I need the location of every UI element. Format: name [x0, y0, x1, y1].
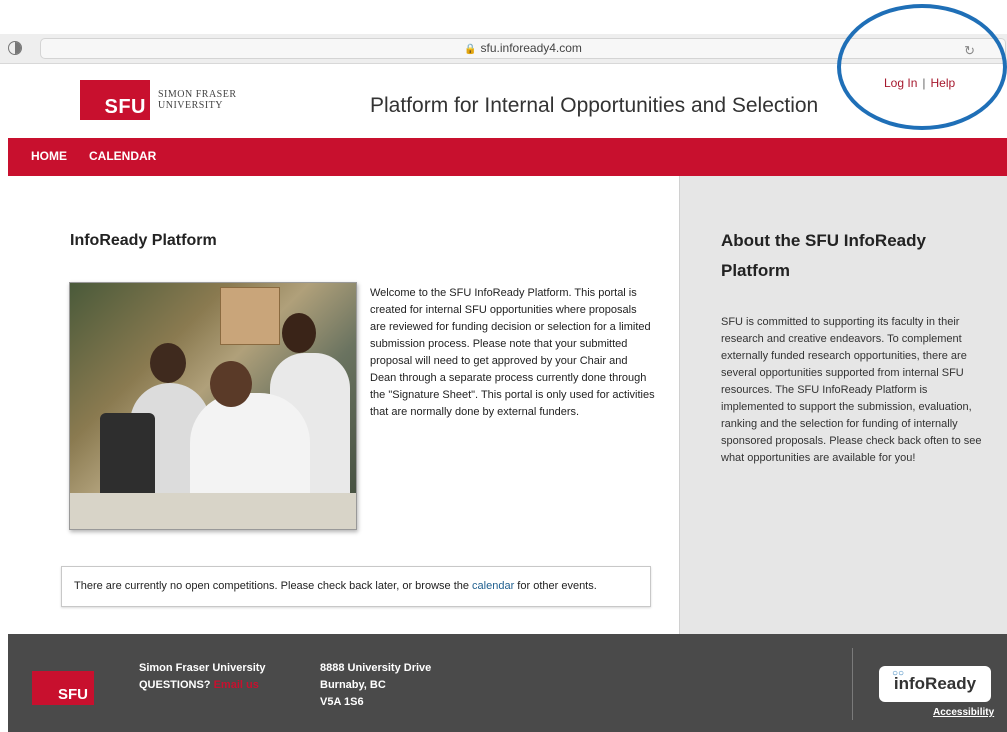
site-title: Platform for Internal Opportunities and … — [370, 94, 819, 117]
infoready-logo-text: infoReady — [893, 674, 977, 693]
footer-address: 8888 University Drive Burnaby, BC V5A 1S… — [320, 660, 431, 711]
accessibility-link[interactable]: Accessibility — [933, 707, 994, 718]
notice-text: There are currently no open competitions… — [74, 580, 473, 592]
main-nav: HOME CALENDAR — [8, 138, 1007, 176]
email-us-link[interactable]: Email us — [214, 679, 259, 691]
sfu-logo-mark: SFU — [80, 80, 150, 120]
auth-links: Log In | Help — [884, 76, 955, 90]
login-link[interactable]: Log In — [884, 76, 917, 90]
lab-researchers-photo — [69, 282, 357, 530]
privacy-shield-icon[interactable] — [8, 41, 22, 55]
address-bar[interactable]: 🔒 sfu.infoready4.com ↻ — [40, 38, 1006, 59]
photo-bench — [70, 493, 356, 529]
footer-questions: QUESTIONS? Email us — [139, 677, 266, 694]
help-link[interactable]: Help — [931, 76, 956, 90]
footer-sfu-logo[interactable]: SFU — [32, 671, 94, 705]
nav-calendar[interactable]: CALENDAR — [89, 149, 156, 163]
page-title: InfoReady Platform — [70, 232, 217, 249]
browser-toolbar: 🔒 sfu.infoready4.com ↻ — [0, 34, 1007, 64]
about-sidebar: About the SFU InfoReady Platform SFU is … — [679, 176, 1007, 634]
address-line-3: V5A 1S6 — [320, 696, 364, 708]
footer-divider — [852, 648, 853, 720]
photo-poster — [220, 287, 280, 345]
sidebar-title: About the SFU InfoReady Platform — [721, 231, 926, 280]
logo-line-1: SIMON FRASER — [158, 89, 237, 100]
sfu-logo-wordmark: SIMON FRASER UNIVERSITY — [158, 89, 237, 111]
photo-figure — [150, 343, 186, 383]
calendar-link[interactable]: calendar — [472, 580, 514, 592]
intro-text: Welcome to the SFU InfoReady Platform. T… — [370, 287, 655, 418]
no-competitions-notice: There are currently no open competitions… — [61, 566, 651, 607]
footer-contact: Simon Fraser University QUESTIONS? Email… — [139, 660, 266, 694]
notice-text-end: for other events. — [514, 580, 597, 592]
address-line-1: 8888 University Drive — [320, 662, 432, 674]
footer-org-name: Simon Fraser University — [139, 662, 266, 674]
logo-line-2: UNIVERSITY — [158, 100, 223, 111]
footer-questions-label: QUESTIONS? — [139, 679, 211, 691]
auth-separator: | — [922, 76, 926, 90]
sidebar-body: SFU is committed to supporting its facul… — [721, 316, 982, 464]
infoready-logo[interactable]: ○○ infoReady — [879, 666, 991, 702]
lock-icon: 🔒 — [464, 44, 477, 55]
infoready-mark-icon: ○○ — [892, 668, 905, 679]
reload-icon[interactable]: ↻ — [964, 41, 975, 60]
nav-home[interactable]: HOME — [31, 149, 67, 163]
site-footer: SFU Simon Fraser University QUESTIONS? E… — [8, 634, 1007, 732]
site-header: SFU SIMON FRASER UNIVERSITY Platform for… — [0, 64, 1007, 138]
sfu-logo[interactable]: SFU SIMON FRASER UNIVERSITY — [80, 80, 237, 120]
photo-figure — [282, 313, 316, 353]
photo-figure — [210, 361, 252, 407]
address-line-2: Burnaby, BC — [320, 679, 386, 691]
url-text: sfu.infoready4.com — [480, 41, 582, 55]
